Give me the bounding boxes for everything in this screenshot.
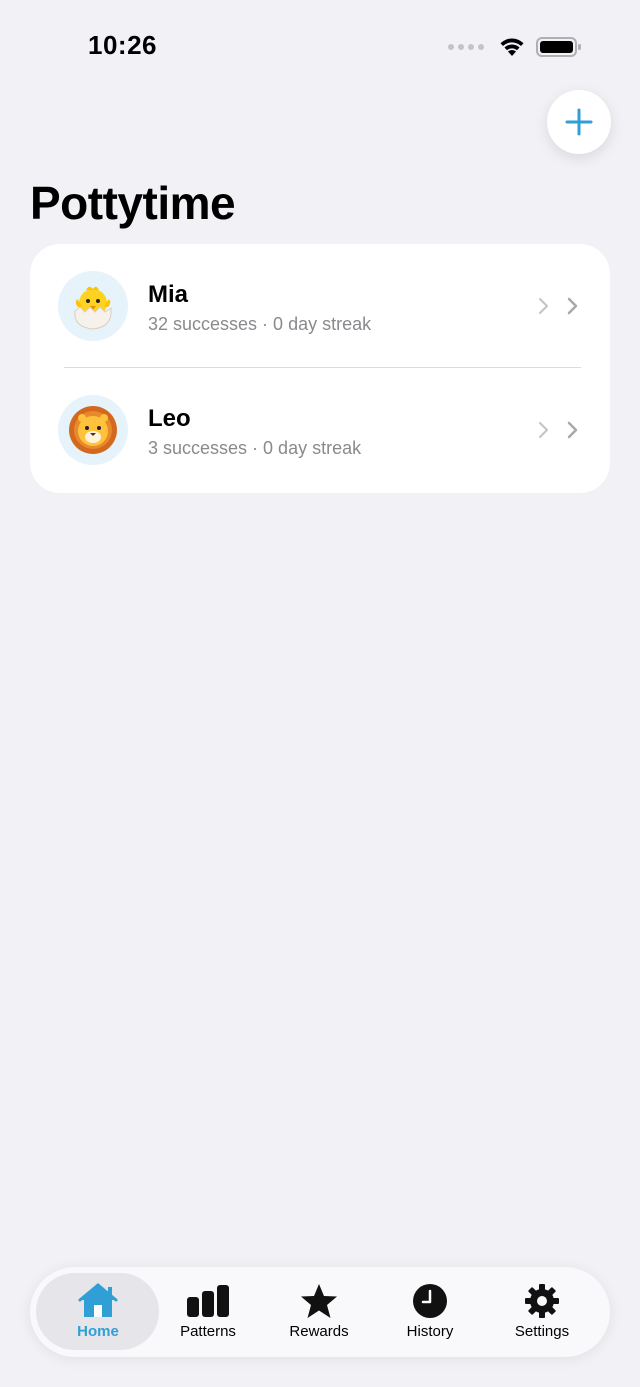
chevron-right-icon <box>567 297 578 315</box>
tab-rewards[interactable]: Rewards <box>264 1267 374 1357</box>
clock-icon <box>412 1283 448 1319</box>
lion-face-icon <box>58 395 128 465</box>
house-icon <box>78 1283 118 1319</box>
tab-settings[interactable]: Settings <box>487 1267 597 1357</box>
bar-chart-icon <box>186 1283 230 1319</box>
wifi-icon <box>500 38 524 56</box>
tab-home[interactable]: Home <box>43 1267 153 1357</box>
chevron-right-icon <box>567 421 578 439</box>
tab-history[interactable]: History <box>375 1267 485 1357</box>
page-title: Pottytime <box>30 177 236 229</box>
chevron-right-icon <box>539 422 548 438</box>
tab-bar: Home Patterns Rewards History Settings <box>30 1267 610 1357</box>
child-name: Mia <box>148 281 189 308</box>
hatching-chick-icon <box>58 271 128 341</box>
add-child-button[interactable] <box>547 90 611 154</box>
gear-icon <box>524 1283 560 1319</box>
cellular-signal-icon <box>448 44 484 50</box>
tab-label: Rewards <box>289 1323 349 1340</box>
tab-label: Patterns <box>180 1323 236 1340</box>
child-row-leo[interactable]: Leo 3 successes · 0 day streak <box>30 368 610 492</box>
tab-label: Settings <box>514 1323 570 1340</box>
status-time: 10:26 <box>88 30 157 60</box>
tab-patterns[interactable]: Patterns <box>153 1267 263 1357</box>
child-stats: 32 successes · 0 day streak <box>148 314 372 334</box>
children-list: Mia 32 successes · 0 day streak Leo 3 su… <box>30 244 610 493</box>
status-icons <box>448 36 582 58</box>
status-bar: 10:26 <box>0 0 640 90</box>
plus-icon <box>565 108 593 136</box>
child-name: Leo <box>148 405 191 432</box>
chevron-right-icon <box>539 298 548 314</box>
child-row-mia[interactable]: Mia 32 successes · 0 day streak <box>30 244 610 368</box>
star-icon <box>300 1283 338 1319</box>
child-stats: 3 successes · 0 day streak <box>148 438 362 458</box>
tab-label: Home <box>77 1323 119 1340</box>
tab-label: History <box>406 1323 454 1340</box>
battery-icon <box>536 37 581 57</box>
